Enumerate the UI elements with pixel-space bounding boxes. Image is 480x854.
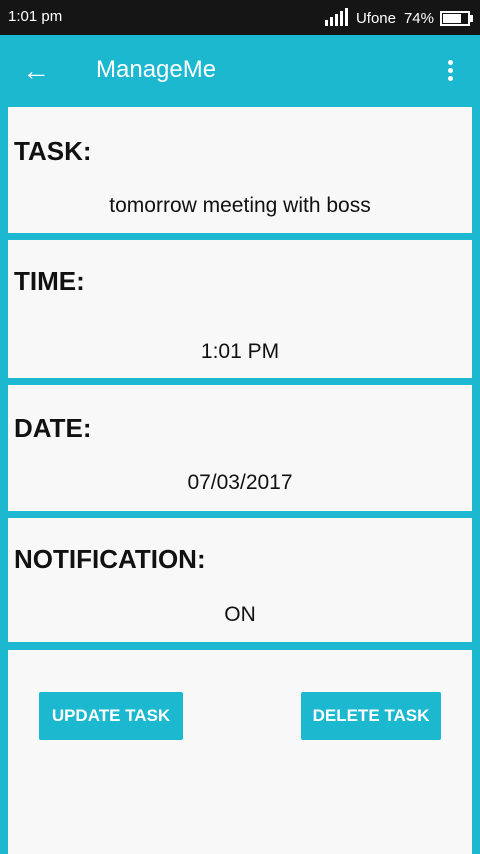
actions-card — [8, 650, 472, 854]
app-title: ManageMe — [96, 56, 217, 83]
battery-icon — [440, 10, 473, 26]
date-card: DATE: 07/03/2017 — [8, 385, 472, 511]
time-label: TIME: — [14, 266, 85, 296]
task-card: TASK: tomorrow meeting with boss — [8, 107, 472, 233]
update-task-button[interactable]: UPDATE TASK — [39, 692, 183, 740]
date-label: DATE: — [14, 413, 92, 443]
carrier-name: Ufone — [355, 9, 396, 27]
delete-task-button[interactable]: DELETE TASK — [301, 692, 441, 740]
time-card: TIME: 1:01 PM — [8, 240, 472, 378]
task-value: tomorrow meeting with boss — [109, 194, 371, 217]
status-bar: 1:01 pm Ufone 74% — [0, 0, 480, 35]
task-label: TASK: — [14, 136, 92, 166]
battery-percent: 74% — [403, 9, 434, 27]
date-value: 07/03/2017 — [187, 471, 293, 494]
back-arrow-icon[interactable]: ← — [22, 53, 52, 89]
time-value: 1:01 PM — [200, 340, 280, 363]
notification-card: NOTIFICATION: ON — [8, 518, 472, 642]
overflow-menu-icon[interactable] — [438, 57, 462, 87]
status-time: 1:01 pm — [8, 8, 63, 25]
notification-value: ON — [224, 603, 256, 626]
notification-label: NOTIFICATION: — [14, 544, 206, 574]
signal-icon — [324, 8, 350, 26]
app-bar: ← ManageMe — [0, 35, 480, 107]
status-indicators: Ufone 74% — [324, 8, 473, 28]
